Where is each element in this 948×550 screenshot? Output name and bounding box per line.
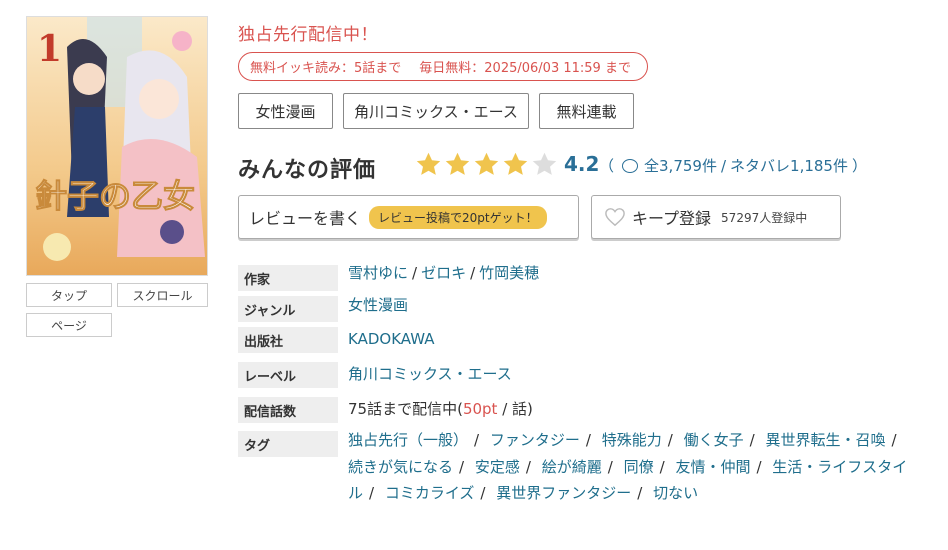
author-sep: / [470, 264, 476, 282]
author-sep: / [412, 264, 418, 282]
author-link[interactable]: 雪村ゆに [348, 264, 408, 282]
tag-link[interactable]: 絵が綺麗 [542, 458, 602, 476]
tag-link[interactable]: 異世界ファンタジー [496, 484, 631, 502]
episodes-label: 配信話数 [238, 397, 338, 423]
category-tag-free[interactable]: 無料連載 [539, 93, 634, 129]
tag-link[interactable]: 異世界転生・召喚 [765, 431, 885, 449]
episodes-prefix: 75話まで配信中( [348, 400, 463, 418]
keep-button[interactable]: キープ登録 57297人登録中 [591, 195, 841, 239]
rating-separator: / [720, 156, 727, 175]
keep-label: キープ登録 [632, 209, 712, 228]
rating-title: みんなの評価 [238, 158, 377, 183]
tag-link[interactable]: 安定感 [475, 458, 520, 476]
comment-icon [622, 158, 639, 173]
tag-sep: / [756, 457, 762, 476]
tag-sep: / [585, 431, 591, 449]
episodes-value: 75話まで配信中(50pt / 話) [348, 396, 533, 422]
tag-sep: / [659, 457, 665, 476]
close-paren: ） [851, 157, 867, 175]
author-label: 作家 [238, 265, 338, 291]
star-icon [416, 152, 441, 175]
tag-link[interactable]: 独占先行（一般） [348, 431, 468, 449]
free-info-badge: 無料イッキ読み：5話まで 毎日無料：2025/06/03 11:59 まで [238, 52, 648, 81]
publisher-link[interactable]: KADOKAWA [348, 326, 434, 352]
tag-link[interactable]: 切ない [653, 484, 698, 502]
star-icon [445, 152, 470, 175]
star-icon [474, 152, 499, 175]
tag-list: 独占先行（一般） / ファンタジー / 特殊能力 / 働く女子 / 異世界転生・召喚 / … [348, 427, 918, 507]
tag-sep: / [749, 431, 755, 449]
heart-icon [605, 208, 625, 227]
genre-link[interactable]: 女性漫画 [348, 292, 408, 318]
author-link[interactable]: 竹岡美穂 [479, 264, 539, 282]
tag-sep: / [474, 431, 480, 449]
star-icon [503, 152, 528, 175]
tag-sep: / [607, 457, 613, 476]
tags-label: タグ [238, 431, 338, 457]
spoiler-count-link[interactable]: ネタバレ1,185件 [730, 155, 848, 176]
keep-count: 57297人登録中 [721, 210, 808, 225]
rating-meta: （ 全3,759件 / ネタバレ1,185件 ） [599, 155, 867, 176]
tag-link[interactable]: 続きが気になる [348, 458, 453, 476]
exclusive-headline: 独占先行配信中！ [238, 25, 378, 45]
tag-sep: / [891, 431, 897, 449]
write-review-button[interactable]: レビューを書く レビュー投稿で20ptゲット！ [238, 195, 579, 239]
cover-title: 針子の乙女 [35, 177, 195, 215]
tag-sep: / [369, 484, 375, 502]
open-paren: （ [599, 157, 615, 175]
tag-link[interactable]: 同僚 [624, 458, 654, 476]
write-review-label: レビューを書く [249, 209, 362, 228]
publisher-label: 出版社 [238, 327, 338, 353]
rating-score: 4.2 [564, 152, 600, 176]
tag-sep: / [459, 457, 465, 476]
tag-link[interactable]: 友情・仲間 [675, 458, 750, 476]
tag-link[interactable]: 働く女子 [684, 431, 744, 449]
view-tap-button[interactable]: タップ [26, 283, 112, 307]
author-values: 雪村ゆに / ゼロキ / 竹岡美穂 [348, 260, 539, 286]
tag-link[interactable]: コミカライズ [385, 484, 475, 502]
star-icon [532, 152, 557, 175]
review-count-link[interactable]: 全3,759件 [644, 155, 717, 176]
tag-sep: / [480, 484, 486, 502]
label-label: レーベル [238, 362, 338, 388]
category-tag-label[interactable]: 角川コミックス・エース [343, 93, 529, 129]
view-page-button[interactable]: ページ [26, 313, 112, 337]
rating-stars [415, 151, 558, 178]
tag-link[interactable]: ファンタジー [490, 431, 580, 449]
author-link[interactable]: ゼロキ [421, 264, 466, 282]
view-scroll-button[interactable]: スクロール [117, 283, 208, 307]
tag-link[interactable]: 特殊能力 [602, 431, 662, 449]
category-tag-genre[interactable]: 女性漫画 [238, 93, 333, 129]
cover-volume: 1 [37, 28, 62, 70]
free-binge-text: 無料イッキ読み：5話まで [250, 61, 402, 76]
genre-label: ジャンル [238, 296, 338, 322]
daily-free-text: 毎日無料：2025/06/03 11:59 まで [419, 61, 631, 76]
cover-image[interactable]: 1 針子の乙女 [26, 16, 208, 276]
episodes-suffix: / 話) [497, 400, 533, 418]
tag-sep: / [667, 431, 673, 449]
episode-price: 50pt [462, 400, 498, 418]
tag-sep: / [525, 457, 531, 476]
review-promo-badge: レビュー投稿で20ptゲット！ [369, 205, 547, 229]
label-link[interactable]: 角川コミックス・エース [348, 361, 512, 387]
tag-sep: / [637, 484, 643, 502]
